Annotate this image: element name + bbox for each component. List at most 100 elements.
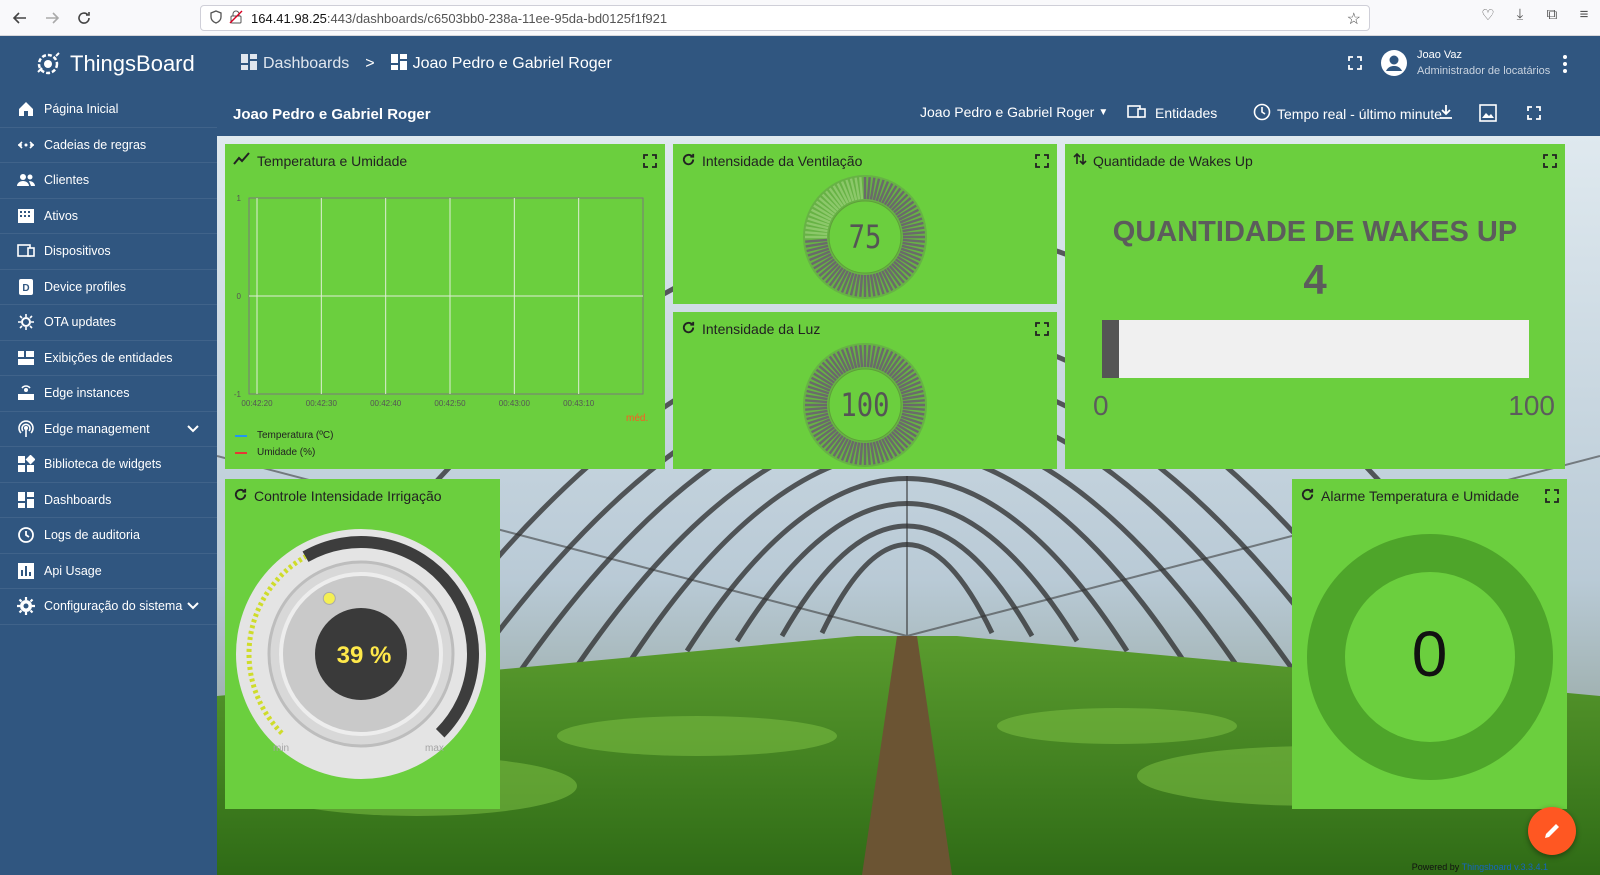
ventilation-widget: Intensidade da Ventilação 75	[673, 144, 1057, 304]
chevron-down-icon[interactable]	[187, 422, 199, 436]
dashboard-fullscreen-icon[interactable]	[1527, 106, 1541, 124]
sidebar-item-pagina-inicial[interactable]: Página Inicial	[0, 92, 217, 128]
sidebar-item-dashboards[interactable]: Dashboards	[0, 483, 217, 518]
sidebar-item-configuracao-do-sistema[interactable]: Configuração do sistema	[0, 589, 217, 625]
clock-icon	[1253, 103, 1271, 124]
state-select[interactable]: Joao Pedro e Gabriel Roger ▼	[920, 104, 1108, 120]
sidebar-item-biblioteca-de-widgets[interactable]: Biblioteca de widgets	[0, 447, 217, 483]
wakes-progress-track	[1102, 320, 1529, 378]
sidebar-item-label: Biblioteca de widgets	[44, 457, 162, 472]
menu-icon[interactable]: ≡	[1574, 6, 1594, 24]
legend-avg-header: méd.	[626, 413, 649, 424]
legend-label: Umidade (%)	[257, 447, 316, 458]
chart-legend: Temperatura (ºC) Umidade (%)	[235, 430, 333, 458]
user-avatar-icon[interactable]	[1380, 49, 1408, 82]
sidebar-item-exibicoes-de-entidades[interactable]: Exibições de entidades	[0, 341, 217, 376]
refresh-icon	[1300, 487, 1315, 505]
widget-title: Alarme Temperatura e Umidade	[1321, 488, 1520, 504]
widget-fullscreen-icon[interactable]	[1543, 154, 1557, 168]
timeseries-chart-icon	[233, 152, 251, 169]
dashboards-icon	[16, 491, 36, 509]
edit-dashboard-button[interactable]	[1528, 807, 1576, 855]
y-tick-label: -1	[234, 390, 242, 399]
sidebar-item-label: Api Usage	[44, 563, 102, 578]
sidebar-item-ota-updates[interactable]: OTA updates	[0, 305, 217, 341]
sidebar-item-label: Clientes	[44, 173, 90, 188]
breadcrumb-separator: >	[365, 55, 375, 72]
export-download-icon[interactable]	[1439, 104, 1453, 124]
knob-value: 39 %	[336, 642, 392, 669]
version-link[interactable]: Thingsboard v.3.3.4.1	[1462, 862, 1548, 872]
url-host: 164.41.98.25	[251, 10, 327, 26]
widgets-icon	[16, 455, 36, 473]
sidebar-item-ativos[interactable]: Ativos	[0, 199, 217, 234]
sidebar-item-edge-instances[interactable]: Edge instances	[0, 376, 217, 412]
app-name: ThingsBoard	[70, 51, 195, 76]
dashboard-title: Joao Pedro e Gabriel Roger	[233, 105, 431, 123]
sidebar-item-cadeias-de-regras[interactable]: Cadeias de regras	[0, 128, 217, 163]
widget-fullscreen-icon[interactable]	[1035, 154, 1049, 168]
reload-icon[interactable]	[68, 4, 100, 32]
widget-fullscreen-icon[interactable]	[643, 154, 657, 168]
entities-icon	[1127, 103, 1147, 122]
state-select-value: Joao Pedro e Gabriel Roger	[920, 104, 1095, 120]
fullscreen-icon[interactable]	[1348, 56, 1362, 75]
light-value: 100	[840, 386, 890, 424]
entities-button[interactable]: Entidades	[1127, 103, 1217, 122]
x-tick-label: 00:42:40	[370, 399, 402, 408]
export-image-icon[interactable]	[1479, 104, 1497, 126]
sidebar-item-clientes[interactable]: Clientes	[0, 163, 217, 199]
refresh-icon	[681, 152, 696, 170]
download-icon[interactable]: ⤓	[1510, 6, 1530, 24]
home-icon	[16, 100, 36, 118]
chevron-down-icon[interactable]	[187, 599, 199, 613]
sidebar-menu: Página Inicial Cadeias de regras Clientes A…	[0, 92, 217, 625]
alarm-value: 0	[1411, 618, 1448, 690]
shield-icon	[209, 9, 223, 27]
breadcrumb-dashboards[interactable]: Dashboards	[263, 55, 349, 73]
x-tick-label: 00:42:50	[434, 399, 466, 408]
timewindow-button[interactable]: Tempo real - último minute	[1253, 103, 1442, 124]
api-usage-icon	[16, 562, 36, 580]
insecure-lock-icon	[229, 10, 243, 27]
device-profile-icon: D	[16, 278, 36, 296]
knob-indicator-dot	[322, 591, 336, 605]
pocket-icon[interactable]: ♡	[1478, 6, 1498, 24]
user-info[interactable]: Joao Vaz Administrador de locatários	[1417, 47, 1550, 79]
breadcrumb: Dashboards > Joao Pedro e Gabriel Roger	[241, 53, 612, 75]
forward-icon[interactable]	[36, 4, 68, 32]
widget-title-bar: Intensidade da Ventilação	[681, 152, 862, 170]
url-path: :443/dashboards/c6503bb0-238a-11ee-95da-…	[326, 10, 668, 26]
app-logo[interactable]: ThingsBoard	[0, 36, 217, 92]
widget-fullscreen-icon[interactable]	[1545, 489, 1559, 503]
thingsboard-logo-icon	[37, 52, 60, 75]
legend-item[interactable]: Temperatura (ºC)	[235, 430, 333, 441]
wakes-max: 100	[1508, 390, 1555, 421]
x-tick-label: 00:42:20	[241, 399, 273, 408]
sidebar-item-edge-management[interactable]: Edge management	[0, 412, 217, 447]
knob-min-label: min	[273, 743, 290, 754]
back-icon[interactable]	[4, 4, 36, 32]
y-tick-label: 1	[237, 194, 242, 203]
more-vert-icon[interactable]	[1562, 54, 1568, 79]
extensions-icon[interactable]: ⧉	[1542, 6, 1562, 24]
legend-item[interactable]: Umidade (%)	[235, 447, 333, 458]
sidebar-item-device-profiles[interactable]: D Device profiles	[0, 270, 217, 305]
widget-fullscreen-icon[interactable]	[1035, 322, 1049, 336]
address-bar[interactable]: 164.41.98.25:443/dashboards/c6503bb0-238…	[200, 5, 1370, 31]
sidebar-item-dispositivos[interactable]: Dispositivos	[0, 234, 217, 270]
bookmark-star-icon[interactable]: ☆	[1347, 9, 1361, 29]
sidebar-item-label: Edge instances	[44, 386, 130, 401]
sidebar-item-label: Device profiles	[44, 279, 126, 294]
sidebar-item-api-usage[interactable]: Api Usage	[0, 554, 217, 589]
dashboard-canvas: Temperatura e Umidade 1 0 -1 00:42:20 00:42:…	[217, 136, 1600, 875]
sidebar-item-label: Configuração do sistema	[44, 599, 183, 614]
legend-swatch	[235, 434, 247, 437]
sidebar-item-logs-de-auditoria[interactable]: Logs de auditoria	[0, 518, 217, 554]
wakes-up-widget: Quantidade de Wakes Up QUANTIDADE DE WAK…	[1065, 144, 1565, 469]
sidebar-item-label: Cadeias de regras	[44, 137, 147, 152]
x-tick-label: 00:42:30	[306, 399, 338, 408]
entities-label: Entidades	[1155, 104, 1218, 121]
assets-icon	[16, 207, 36, 225]
browser-actions: ♡ ⤓ ⧉ ≡	[1478, 6, 1594, 24]
